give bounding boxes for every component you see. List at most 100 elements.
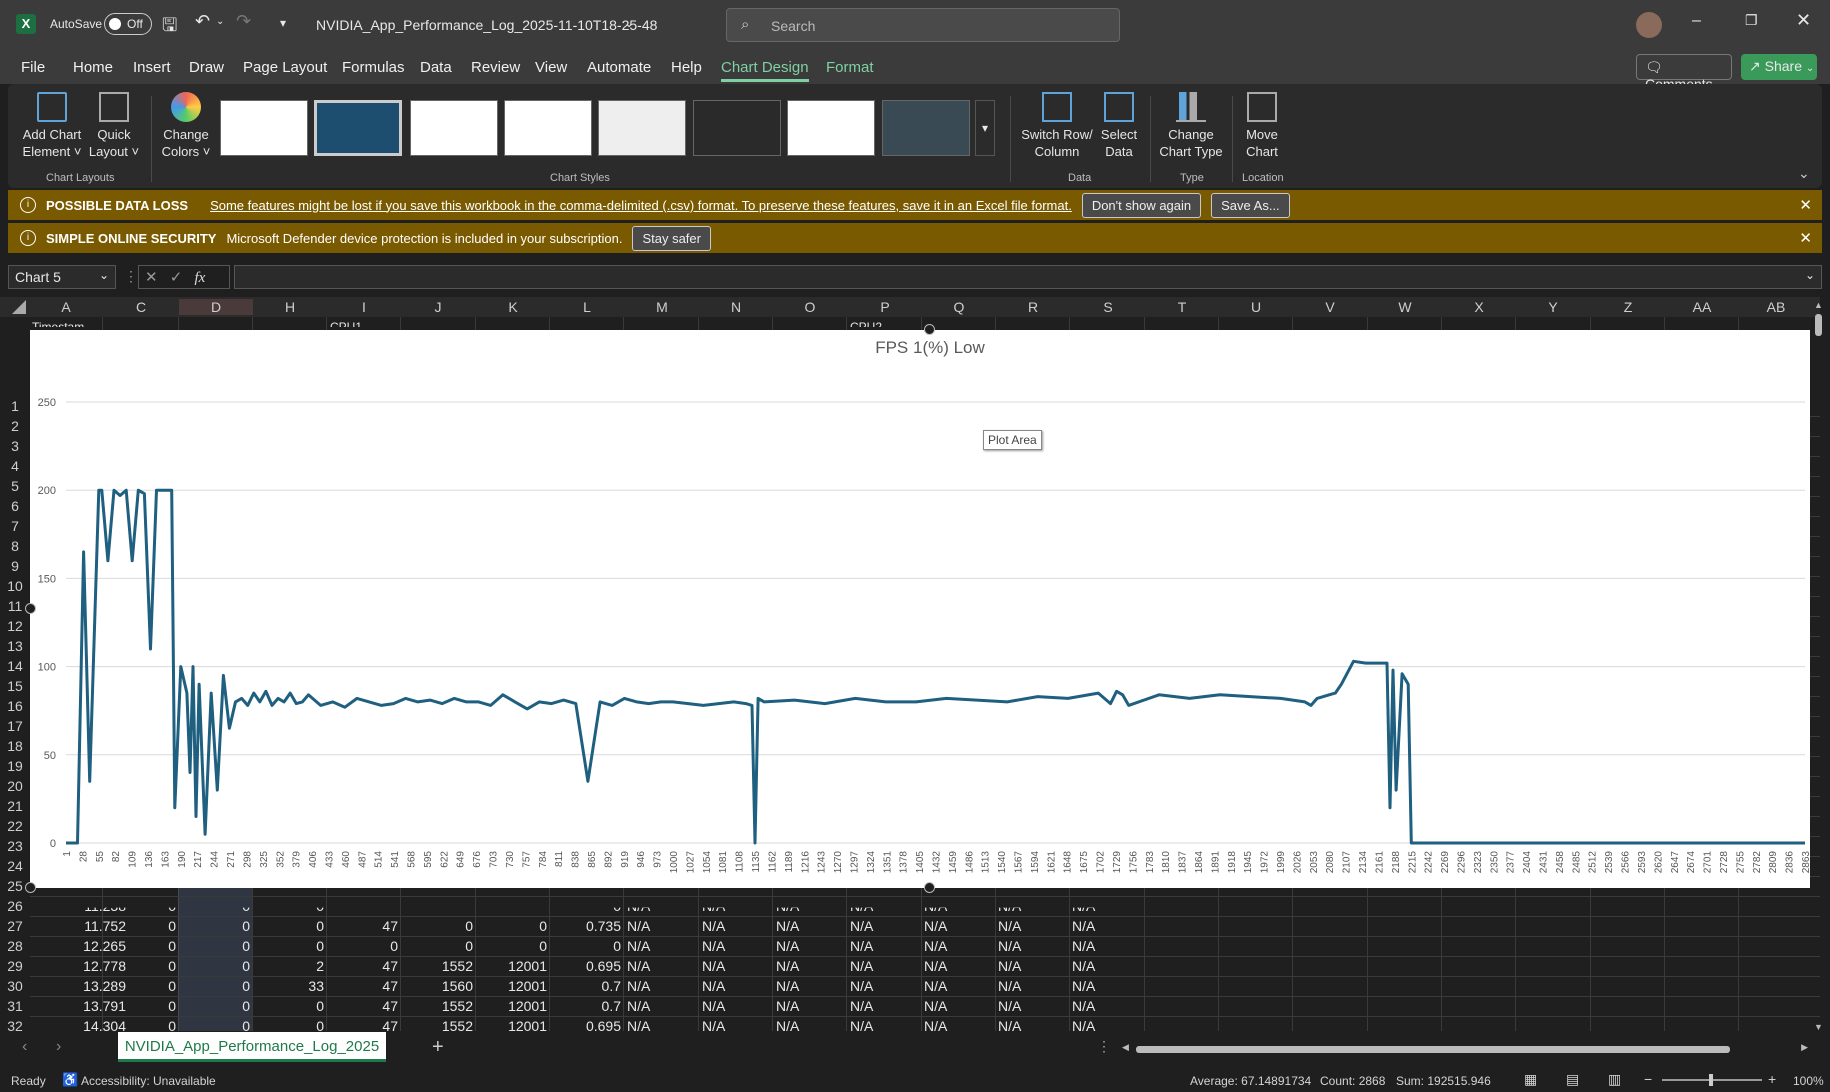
cell-i-27[interactable]: 0 <box>328 938 398 954</box>
cell-na-28[interactable]: N/A <box>627 958 650 974</box>
column-header-aa[interactable]: AA <box>1665 299 1739 315</box>
sheet-options-icon[interactable]: ⋮ <box>1097 1038 1111 1055</box>
search-box[interactable]: ⌕ Search <box>726 8 1120 42</box>
page-layout-view-icon[interactable]: ▤ <box>1566 1071 1579 1088</box>
cell-na-26[interactable]: N/A <box>998 918 1021 934</box>
cell-h-28[interactable]: 2 <box>254 958 324 974</box>
cell-na-27[interactable]: N/A <box>850 938 873 954</box>
row-header-12[interactable]: 12 <box>0 618 30 634</box>
cell-h-30[interactable]: 0 <box>254 998 324 1014</box>
chart-style-4[interactable] <box>504 100 592 156</box>
next-sheet-icon[interactable]: › <box>56 1038 61 1056</box>
cell-d-29[interactable]: 0 <box>180 978 250 994</box>
cell-k-29[interactable]: 12001 <box>477 978 547 994</box>
chart-style-5[interactable] <box>598 100 686 156</box>
cell-d-27[interactable]: 0 <box>180 938 250 954</box>
row-header-19[interactable]: 19 <box>0 758 30 774</box>
cell-c-26[interactable]: 0 <box>106 918 176 934</box>
close-banner-icon[interactable]: ✕ <box>1799 196 1812 214</box>
row-header-24[interactable]: 24 <box>0 858 30 874</box>
column-header-x[interactable]: X <box>1442 299 1516 315</box>
file-name-chevron-icon[interactable]: ⌄ <box>624 16 634 30</box>
row-header-30[interactable]: 30 <box>0 978 30 994</box>
save-icon[interactable]: 🖫 <box>162 13 177 43</box>
menu-page-layout[interactable]: Page Layout <box>243 59 327 76</box>
column-header-d[interactable]: D <box>179 299 253 315</box>
dont-show-again-button[interactable]: Don't show again <box>1081 192 1202 218</box>
status-accessibility[interactable]: Accessibility: Unavailable <box>81 1074 216 1088</box>
page-break-view-icon[interactable]: ▥ <box>1608 1071 1621 1088</box>
column-header-n[interactable]: N <box>699 299 773 315</box>
column-header-s[interactable]: S <box>1071 299 1145 315</box>
row-header-8[interactable]: 8 <box>0 538 30 554</box>
chart-styles-more-button[interactable]: ▾ <box>975 100 995 156</box>
formula-expand-icon[interactable]: ⌄ <box>1805 268 1815 282</box>
prev-sheet-icon[interactable]: ‹ <box>22 1038 27 1056</box>
cell-j-28[interactable]: 1552 <box>403 958 473 974</box>
row-header-27[interactable]: 27 <box>0 918 30 934</box>
column-header-v[interactable]: V <box>1293 299 1367 315</box>
menu-draw[interactable]: Draw <box>189 59 224 76</box>
cell-j-29[interactable]: 1560 <box>403 978 473 994</box>
cell-na-29[interactable]: N/A <box>850 978 873 994</box>
cell-na-29[interactable]: N/A <box>998 978 1021 994</box>
chart-style-3[interactable] <box>410 100 498 156</box>
cell-k-26[interactable]: 0 <box>477 918 547 934</box>
column-header-w[interactable]: W <box>1368 299 1442 315</box>
cell-na-28[interactable]: N/A <box>702 958 725 974</box>
cell-na-27[interactable]: N/A <box>998 938 1021 954</box>
column-header-p[interactable]: P <box>848 299 922 315</box>
cell-h-27[interactable]: 0 <box>254 938 324 954</box>
scroll-up-icon[interactable]: ▲ <box>1814 300 1823 310</box>
change-chart-type-button[interactable]: Change Chart Type <box>1158 92 1224 160</box>
chart-5[interactable]: FPS 1(%) Low 0 50 100 150 200 250 1 28 55 82 109 1… <box>30 330 1812 888</box>
formula-input[interactable]: ⌄ <box>234 265 1822 289</box>
menu-file[interactable]: File <box>21 59 45 76</box>
cell-j-30[interactable]: 1552 <box>403 998 473 1014</box>
save-as-button[interactable]: Save As... <box>1211 192 1290 218</box>
select-all-corner[interactable] <box>12 300 26 314</box>
scroll-down-icon[interactable]: ▼ <box>1814 1022 1823 1032</box>
scroll-right-icon[interactable]: ▶ <box>1801 1042 1808 1053</box>
minimize-icon[interactable]: – <box>1692 12 1701 30</box>
cell-na-25[interactable]: N/A <box>850 908 873 914</box>
close-banner-icon[interactable]: ✕ <box>1799 229 1812 247</box>
cell-i-29[interactable]: 47 <box>328 978 398 994</box>
cell-na-26[interactable]: N/A <box>1072 918 1095 934</box>
cell-na-28[interactable]: N/A <box>924 958 947 974</box>
row-header-9[interactable]: 9 <box>0 558 30 574</box>
insert-function-icon[interactable]: fx <box>195 270 206 286</box>
cell-na-29[interactable]: N/A <box>924 978 947 994</box>
menu-help[interactable]: Help <box>671 59 702 76</box>
user-avatar[interactable] <box>1636 12 1662 38</box>
cell-na-26[interactable]: N/A <box>924 918 947 934</box>
row-header-18[interactable]: 18 <box>0 738 30 754</box>
chart-title[interactable]: FPS 1(%) Low <box>875 338 985 357</box>
cell-na-25[interactable]: N/A <box>924 908 947 914</box>
menu-automate[interactable]: Automate <box>587 59 651 76</box>
row-header-21[interactable]: 21 <box>0 798 30 814</box>
row-header-31[interactable]: 31 <box>0 998 30 1014</box>
column-header-o[interactable]: O <box>773 299 847 315</box>
column-header-c[interactable]: C <box>104 299 178 315</box>
row-header-1[interactable]: 1 <box>0 398 30 414</box>
cell-c-27[interactable]: 0 <box>106 938 176 954</box>
undo-icon[interactable]: ↶ <box>195 11 210 32</box>
status-average[interactable]: Average: 67.14891734 <box>1190 1074 1311 1088</box>
cell-h-26[interactable]: 0 <box>254 918 324 934</box>
row-header-16[interactable]: 16 <box>0 698 30 714</box>
row-header-15[interactable]: 15 <box>0 678 30 694</box>
column-header-k[interactable]: K <box>476 299 550 315</box>
row-header-13[interactable]: 13 <box>0 638 30 654</box>
stay-safer-button[interactable]: Stay safer <box>632 225 711 251</box>
horizontal-scrollbar[interactable]: ◀ ▶ <box>1120 1042 1810 1056</box>
column-header-ab[interactable]: AB <box>1739 299 1813 315</box>
name-box[interactable]: Chart 5 ⌄ <box>8 265 116 289</box>
chart-resize-handle-bottom[interactable] <box>924 882 935 893</box>
menu-insert[interactable]: Insert <box>133 59 171 76</box>
vertical-scrollbar[interactable]: ▲ ▼ <box>1812 300 1826 1032</box>
status-count[interactable]: Count: 2868 <box>1320 1074 1385 1088</box>
cell-l-26[interactable]: 0.735 <box>551 918 621 934</box>
cell-na-30[interactable]: N/A <box>924 998 947 1014</box>
cell-l-25[interactable]: 0 <box>551 908 621 914</box>
